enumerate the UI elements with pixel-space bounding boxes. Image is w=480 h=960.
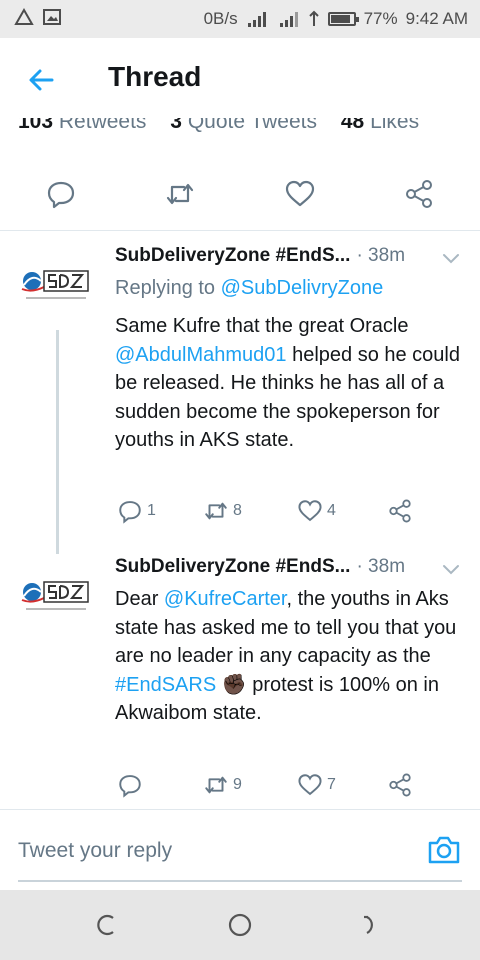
- wifi-icon: [308, 10, 319, 26]
- tweet-text: Dear @KufreCarter, the youths in Aks sta…: [115, 585, 467, 728]
- author-name[interactable]: SubDeliveryZone #EndS...: [115, 556, 350, 577]
- mention-link[interactable]: @KufreCarter: [164, 588, 287, 610]
- like-action[interactable]: 7: [297, 772, 336, 798]
- back-arrow-icon[interactable]: [22, 60, 62, 100]
- hashtag-link[interactable]: #EndSARS: [115, 674, 216, 696]
- retweet-count: 8: [233, 502, 242, 519]
- reply-icon: [119, 501, 141, 524]
- author-name[interactable]: SubDeliveryZone #EndS...: [115, 245, 350, 266]
- network-speed: 0B/s: [203, 9, 238, 28]
- reply-bar: Tweet your reply: [0, 812, 480, 890]
- signal-icon: [279, 12, 298, 27]
- tweet[interactable]: SubDeliveryZone #EndS... · 38m Dear @Kufr…: [0, 556, 480, 806]
- battery-icon: [327, 12, 359, 26]
- like-count: 4: [327, 502, 336, 519]
- avatar[interactable]: [16, 245, 96, 325]
- tweet-text: Same Kufre that the great Oracle @AbdulM…: [115, 312, 467, 455]
- battery-percent: 77%: [363, 9, 398, 28]
- tweet-time: · 38m: [356, 556, 406, 577]
- replying-prefix: Replying to: [115, 277, 221, 299]
- clock: 9:42 AM: [405, 9, 468, 28]
- reply-input-underline: [18, 880, 462, 882]
- retweet-action[interactable]: 9: [203, 772, 242, 798]
- chevron-down-icon[interactable]: [440, 558, 462, 580]
- tweet-header: SubDeliveryZone #EndS... · 38m: [115, 556, 405, 578]
- status-bar: 0B/s 77% 9:42 AM: [0, 0, 480, 38]
- reply-icon[interactable]: [45, 178, 77, 210]
- retweet-action[interactable]: 8: [203, 498, 242, 524]
- warning-icon: [14, 8, 34, 25]
- tweet-header: SubDeliveryZone #EndS... · 38m: [115, 245, 405, 267]
- page-title: Thread: [108, 61, 202, 92]
- reply-action[interactable]: [117, 772, 147, 798]
- share-action[interactable]: [387, 772, 413, 798]
- retweet-icon: [205, 502, 227, 520]
- like-icon: [298, 500, 322, 522]
- share-action[interactable]: [387, 498, 413, 524]
- reply-input[interactable]: Tweet your reply: [18, 839, 172, 863]
- reply-icon: [119, 775, 141, 798]
- tweet-text-part: Dear: [115, 588, 164, 610]
- nav-recent-icon[interactable]: [95, 912, 121, 938]
- share-icon: [389, 499, 411, 523]
- tweet[interactable]: SubDeliveryZone #EndS... · 38m Replying t…: [0, 245, 480, 545]
- share-icon[interactable]: [403, 178, 435, 210]
- signal-icon: [247, 12, 266, 27]
- raised-fist-emoji: ✊🏿: [221, 673, 247, 696]
- main-tweet-actions: [0, 170, 480, 220]
- retweet-icon: [205, 776, 227, 794]
- nav-back-icon[interactable]: [359, 912, 385, 938]
- share-icon: [389, 773, 411, 797]
- divider: [0, 809, 480, 810]
- tweet-time: · 38m: [356, 245, 406, 266]
- camera-icon[interactable]: [426, 832, 462, 868]
- like-action[interactable]: 4: [297, 498, 336, 524]
- mention-link[interactable]: @AbdulMahmud01: [115, 344, 287, 366]
- reply-action[interactable]: 1: [117, 498, 156, 524]
- replying-handle[interactable]: @SubDelivryZone: [221, 277, 384, 299]
- like-icon[interactable]: [284, 178, 316, 210]
- replying-to: Replying to @SubDelivryZone: [115, 277, 383, 300]
- tweet-text-part: Same Kufre that the great Oracle: [115, 315, 409, 337]
- like-icon: [298, 774, 322, 796]
- system-nav-bar: [0, 890, 480, 960]
- app-bar: Thread: [0, 38, 480, 118]
- retweet-count: 9: [233, 776, 242, 793]
- divider: [0, 230, 480, 231]
- reply-count: 1: [147, 502, 156, 519]
- chevron-down-icon[interactable]: [440, 247, 462, 269]
- tweet-actions: 9 7: [115, 772, 425, 802]
- gallery-icon: [43, 9, 61, 25]
- retweet-icon[interactable]: [164, 178, 196, 210]
- nav-home-icon[interactable]: [227, 912, 253, 938]
- tweet-actions: 1 8 4: [115, 498, 425, 528]
- like-count: 7: [327, 776, 336, 793]
- avatar[interactable]: [16, 556, 96, 636]
